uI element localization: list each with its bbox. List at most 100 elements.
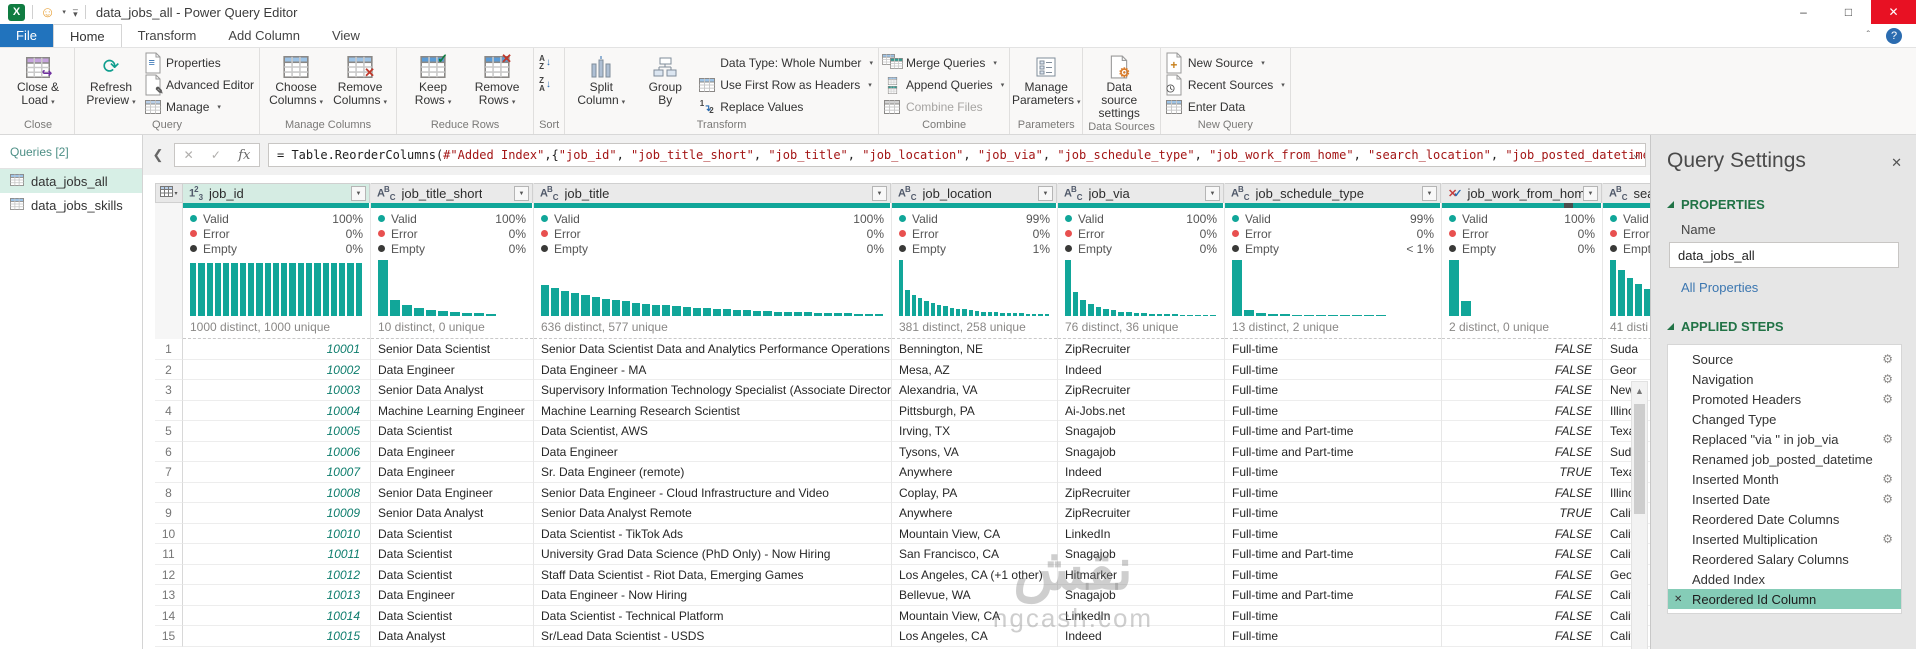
value-distribution-chart[interactable] [1058,256,1224,318]
cell-job_title_short[interactable]: Data Engineer [371,462,533,483]
cell-job_location[interactable]: Mesa, AZ [892,360,1057,380]
query-item-data-jobs-skills[interactable]: data_jobs_skills [0,193,142,217]
cell-job_id[interactable]: 10005 [183,421,370,442]
cell-job_work_from_home[interactable]: FALSE [1442,360,1602,380]
cell-job_title_short[interactable]: Senior Data Scientist [371,339,533,360]
chevron-down-icon[interactable]: ▾ [62,8,66,16]
row-number[interactable]: 4 [155,400,183,421]
cell-job_title[interactable]: Senior Data Scientist Data and Analytics… [534,339,891,360]
close-button[interactable]: ✕ [1871,0,1916,24]
row-number[interactable]: 12 [155,564,183,585]
row-number[interactable]: 6 [155,441,183,462]
row-number[interactable]: 14 [155,605,183,626]
cell-job_id[interactable]: 10015 [183,626,370,647]
row-number[interactable]: 9 [155,503,183,524]
cell-job_via[interactable]: LinkedIn [1058,606,1224,626]
cell-job_schedule_type[interactable]: Full-time [1225,606,1441,626]
refresh-preview-button[interactable]: ⟳ Refresh Preview ▾ [80,50,142,109]
cell-job_work_from_home[interactable]: FALSE [1442,565,1602,585]
cell-job_title[interactable]: Data Engineer [534,442,891,462]
cell-job_title_short[interactable]: Data Engineer [371,585,533,606]
cell-job_schedule_type[interactable]: Full-time [1225,462,1441,483]
step-settings-gear-icon[interactable]: ⚙ [1882,352,1893,366]
row-number[interactable]: 10 [155,523,183,544]
tab-transform[interactable]: Transform [122,24,213,47]
collapse-queries-pane-icon[interactable]: ❮ [150,147,166,163]
cell-job_title[interactable]: Staff Data Scientist - Riot Data, Emergi… [534,565,891,585]
table-corner-menu[interactable]: ▾ [155,183,183,203]
cell-search_location[interactable]: Geor [1603,360,1650,380]
applied-step-added-index[interactable]: Added Index [1668,569,1901,589]
cell-job_work_from_home[interactable]: FALSE [1442,401,1602,421]
cell-job_via[interactable]: Snagajob [1058,585,1224,606]
cell-job_location[interactable]: Mountain View, CA [892,524,1057,544]
row-number[interactable]: 3 [155,380,183,401]
cell-job_title_short[interactable]: Data Scientist [371,544,533,565]
cell-job_title[interactable]: Machine Learning Research Scientist [534,401,891,421]
cell-job_id[interactable]: 10003 [183,380,370,401]
cell-job_title_short[interactable]: Senior Data Engineer [371,483,533,503]
properties-section-header[interactable]: PROPERTIES [1667,197,1902,212]
maximize-button[interactable]: □ [1826,0,1871,24]
row-number[interactable]: 5 [155,421,183,442]
tab-home[interactable]: Home [52,24,122,47]
applied-step-inserted-date[interactable]: Inserted Date ⚙ [1668,489,1901,509]
cell-job_work_from_home[interactable]: FALSE [1442,339,1602,360]
expand-formula-icon[interactable]: ⌄ [1633,144,1639,166]
filter-icon[interactable]: ▼ [872,186,887,201]
cell-job_via[interactable]: Hitmarker [1058,565,1224,585]
cell-job_work_from_home[interactable]: FALSE [1442,544,1602,565]
cell-job_id[interactable]: 10011 [183,544,370,565]
cell-job_location[interactable]: Bennington, NE [892,339,1057,360]
cell-job_schedule_type[interactable]: Full-time [1225,565,1441,585]
value-distribution-chart[interactable] [534,256,891,318]
cell-job_id[interactable]: 10002 [183,360,370,380]
cell-job_work_from_home[interactable]: TRUE [1442,462,1602,483]
query-item-data-jobs-all[interactable]: data_jobs_all [0,169,142,193]
row-number[interactable]: 1 [155,339,183,360]
column-header-job_schedule_type[interactable]: ABC job_schedule_type ▼ [1225,183,1441,203]
cancel-formula-icon[interactable]: ✕ [184,148,194,162]
filter-icon[interactable]: ▼ [514,186,529,201]
cell-job_schedule_type[interactable]: Full-time and Part-time [1225,544,1441,565]
cell-job_via[interactable]: ZipRecruiter [1058,503,1224,524]
applied-steps-section-header[interactable]: APPLIED STEPS [1667,319,1902,334]
cell-job_schedule_type[interactable]: Full-time [1225,626,1441,647]
enter-data-button[interactable]: Enter Data [1166,98,1285,116]
minimize-button[interactable]: – [1781,0,1826,24]
cell-job_schedule_type[interactable]: Full-time and Part-time [1225,421,1441,442]
cell-job_title_short[interactable]: Data Analyst [371,626,533,647]
cell-job_title_short[interactable]: Data Scientist [371,421,533,442]
applied-step-promoted-headers[interactable]: Promoted Headers ⚙ [1668,389,1901,409]
cell-job_location[interactable]: San Francisco, CA [892,544,1057,565]
sort-az-icon[interactable]: A Z ↓ [539,55,551,71]
column-header-search_location[interactable]: ABCsea▼ [1603,183,1650,203]
new-source-button[interactable]: + New Source ▾ [1166,52,1285,74]
applied-step-changed-type[interactable]: Changed Type [1668,409,1901,429]
sort-za-icon[interactable]: Z A ↓ [539,77,551,93]
cell-job_via[interactable]: ZipRecruiter [1058,483,1224,503]
column-header-job_work_from_home[interactable]: ✕✓ job_work_from_home ▼ [1442,183,1602,203]
remove-columns-button[interactable]: ✕ Remove Columns ▾ [329,50,391,109]
cell-job_work_from_home[interactable]: FALSE [1442,585,1602,606]
help-icon[interactable]: ? [1886,27,1902,44]
cell-job_id[interactable]: 10013 [183,585,370,606]
cell-job_title[interactable]: Data Engineer - MA [534,360,891,380]
close-panel-icon[interactable]: ✕ [1891,155,1902,171]
cell-job_id[interactable]: 10010 [183,524,370,544]
cell-job_title_short[interactable]: Machine Learning Engineer [371,401,533,421]
row-number[interactable]: 8 [155,482,183,503]
column-header-job_via[interactable]: ABC job_via ▼ [1058,183,1224,203]
cell-job_via[interactable]: LinkedIn [1058,524,1224,544]
cell-job_via[interactable]: Snagajob [1058,544,1224,565]
recent-sources-button[interactable]: Recent Sources ▾ [1166,74,1285,96]
close-load-button[interactable]: ↪ Close & Load ▾ [7,50,69,109]
formula-input[interactable]: = Table.ReorderColumns(#"Added Index",{"… [268,143,1646,167]
cell-job_title_short[interactable]: Data Engineer [371,360,533,380]
value-distribution-chart[interactable] [892,256,1057,318]
applied-step-replaced-via-in-job-via[interactable]: Replaced "via " in job_via ⚙ [1668,429,1901,449]
scrollbar-thumb[interactable] [1634,404,1645,514]
step-settings-gear-icon[interactable]: ⚙ [1882,532,1893,546]
choose-columns-button[interactable]: Choose Columns ▾ [265,50,327,109]
cell-job_title_short[interactable]: Data Scientist [371,565,533,585]
